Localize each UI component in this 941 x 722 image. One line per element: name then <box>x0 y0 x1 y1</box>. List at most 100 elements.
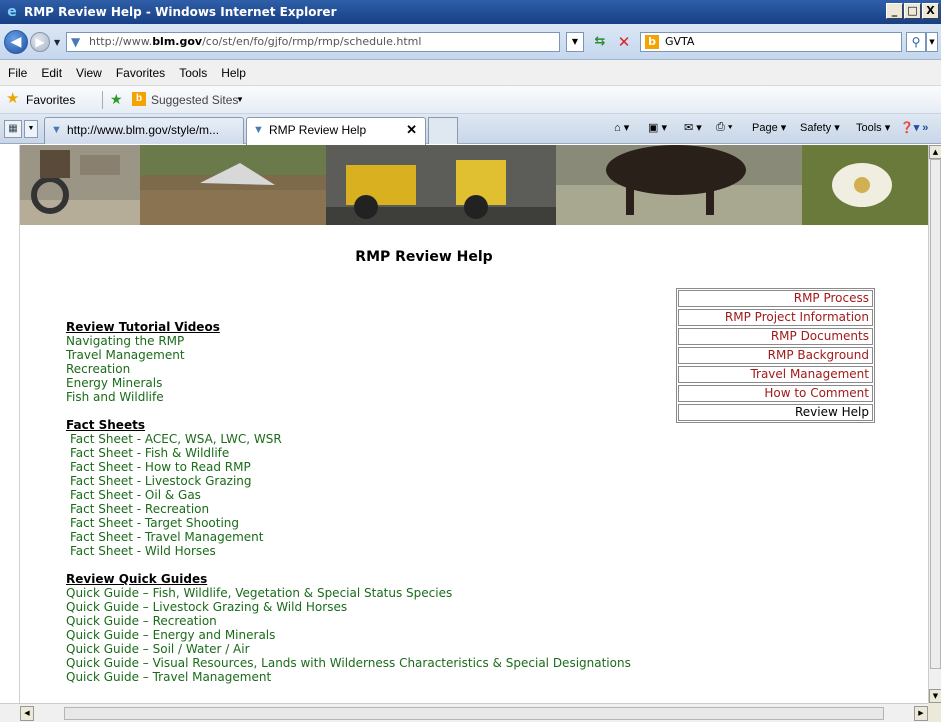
shield-icon: ▼ <box>51 124 62 136</box>
statusbar-left <box>0 703 20 722</box>
quick-guides-section: Review Quick Guides Quick Guide – Fish, … <box>66 572 631 684</box>
new-tab-button[interactable] <box>428 117 458 144</box>
banner-photo-motorcycle <box>20 145 140 225</box>
quick-tabs-icon[interactable]: ▦ <box>4 120 22 138</box>
stop-button[interactable]: ✕ <box>614 32 634 52</box>
scroll-down-icon[interactable]: ▼ <box>929 689 941 703</box>
nav-rmp-documents[interactable]: RMP Documents <box>678 328 873 345</box>
list-item[interactable]: Fact Sheet - Travel Management <box>66 530 282 544</box>
menu-bar: File Edit View Favorites Tools Help <box>0 60 941 86</box>
suggested-sites-link[interactable]: Suggested Sites <box>151 93 238 107</box>
close-tab-icon[interactable]: ✕ <box>406 122 417 138</box>
close-window-button[interactable]: X <box>922 3 939 19</box>
mail-icon[interactable]: ✉ ▾ <box>684 121 702 134</box>
list-item[interactable]: Fact Sheet - Wild Horses <box>66 544 282 558</box>
home-icon[interactable]: ⌂ ▾ <box>614 121 629 134</box>
safety-menu[interactable]: Safety ▾ <box>800 121 840 134</box>
list-item[interactable]: Energy Minerals <box>66 376 220 390</box>
list-item[interactable]: Quick Guide – Recreation <box>66 614 631 628</box>
menu-tools[interactable]: Tools <box>179 66 207 80</box>
list-item[interactable]: Fact Sheet - Fish & Wildlife <box>66 446 282 460</box>
address-dropdown-button[interactable]: ▼ <box>566 32 584 52</box>
favorites-bar: ★ Favorites ★ b Suggested Sites ▼ <box>0 86 941 114</box>
list-item[interactable]: Fact Sheet - Target Shooting <box>66 516 282 530</box>
left-gutter <box>0 145 20 703</box>
chevron-down-icon[interactable]: ▼ <box>236 95 244 104</box>
add-favorite-icon[interactable]: ★ <box>110 91 123 108</box>
list-item[interactable]: Fact Sheet - Recreation <box>66 502 282 516</box>
list-item[interactable]: Quick Guide – Energy and Minerals <box>66 628 631 642</box>
scroll-right-icon[interactable]: ▶ <box>914 706 928 721</box>
page-title: RMP Review Help <box>355 249 493 265</box>
list-item[interactable]: Fact Sheet - Oil & Gas <box>66 488 282 502</box>
list-item[interactable]: Travel Management <box>66 348 220 362</box>
page-menu-label: Page <box>752 122 778 134</box>
nav-review-help[interactable]: Review Help <box>678 404 873 421</box>
nav-rmp-background[interactable]: RMP Background <box>678 347 873 364</box>
banner-photo-flower <box>802 145 928 225</box>
vertical-scrollbar[interactable]: ▲ ▼ <box>928 145 941 703</box>
window-titlebar: e RMP Review Help - Windows Internet Exp… <box>0 0 941 24</box>
section-title: Review Quick Guides <box>66 572 208 586</box>
window-controls: _ □ X <box>886 3 939 19</box>
print-icon[interactable]: ⎙ ▾ <box>716 121 732 134</box>
favorites-star-icon[interactable]: ★ <box>6 91 19 107</box>
bing-icon: b <box>645 35 659 49</box>
tab-list-dropdown[interactable]: ▼ <box>24 120 38 138</box>
refresh-button[interactable]: ⇆ <box>590 32 610 52</box>
nav-rmp-process[interactable]: RMP Process <box>678 290 873 307</box>
forward-button[interactable]: ▶ <box>30 32 50 52</box>
list-item[interactable]: Fish and Wildlife <box>66 390 220 404</box>
shield-icon: ▼ <box>253 124 264 136</box>
address-prefix: http://www. <box>89 35 153 48</box>
tools-menu-label: Tools <box>856 122 882 134</box>
scroll-left-icon[interactable]: ◀ <box>20 706 34 721</box>
list-item[interactable]: Quick Guide – Travel Management <box>66 670 631 684</box>
list-item[interactable]: Quick Guide – Fish, Wildlife, Vegetation… <box>66 586 631 600</box>
list-item[interactable]: Fact Sheet - ACEC, WSA, LWC, WSR <box>66 432 282 446</box>
fact-sheets-section: Fact Sheets Fact Sheet - ACEC, WSA, LWC,… <box>66 418 282 558</box>
list-item[interactable]: Recreation <box>66 362 220 376</box>
header-banner <box>20 145 928 225</box>
help-icon[interactable]: ❓▾ » <box>900 121 928 134</box>
menu-file[interactable]: File <box>8 66 27 80</box>
divider <box>102 91 103 109</box>
list-item[interactable]: Quick Guide – Visual Resources, Lands wi… <box>66 656 631 670</box>
page-menu[interactable]: Page ▾ <box>752 121 786 134</box>
nav-travel-management[interactable]: Travel Management <box>678 366 873 383</box>
list-item[interactable]: Fact Sheet - How to Read RMP <box>66 460 282 474</box>
menu-view[interactable]: View <box>76 66 102 80</box>
maximize-button[interactable]: □ <box>904 3 921 19</box>
shield-icon: ▼ <box>71 35 81 49</box>
tab-rmp-review-help[interactable]: ▼ RMP Review Help ✕ <box>246 117 426 145</box>
list-item[interactable]: Navigating the RMP <box>66 334 220 348</box>
address-field[interactable]: ▼ http://www.blm.gov/co/st/en/fo/gjfo/rm… <box>66 32 560 52</box>
scroll-thumb[interactable] <box>64 707 884 720</box>
list-item[interactable]: Fact Sheet - Livestock Grazing <box>66 474 282 488</box>
tab-style[interactable]: ▼ http://www.blm.gov/style/m... <box>44 117 244 144</box>
list-item[interactable]: Quick Guide – Soil / Water / Air <box>66 642 631 656</box>
menu-help[interactable]: Help <box>221 66 246 80</box>
scroll-up-icon[interactable]: ▲ <box>929 145 941 159</box>
nav-rmp-project-information[interactable]: RMP Project Information <box>678 309 873 326</box>
nav-how-to-comment[interactable]: How to Comment <box>678 385 873 402</box>
menu-favorites[interactable]: Favorites <box>116 66 165 80</box>
scroll-corner <box>928 703 941 722</box>
horizontal-scrollbar[interactable]: ◀ ▶ <box>20 703 928 722</box>
history-dropdown-icon[interactable]: ▼ <box>54 38 60 47</box>
banner-photo-camp <box>140 145 326 225</box>
tools-menu[interactable]: Tools ▾ <box>856 121 890 134</box>
section-title: Fact Sheets <box>66 418 145 432</box>
minimize-button[interactable]: _ <box>886 3 903 19</box>
scroll-thumb[interactable] <box>930 159 941 669</box>
search-options-dropdown[interactable]: ▼ <box>926 32 938 52</box>
favorites-button[interactable]: Favorites <box>26 93 75 107</box>
back-button[interactable]: ◀ <box>4 30 28 54</box>
search-input[interactable]: b GVTA <box>640 32 902 52</box>
list-item[interactable]: Quick Guide – Livestock Grazing & Wild H… <box>66 600 631 614</box>
side-navigation: RMP Process RMP Project Information RMP … <box>676 288 875 423</box>
feeds-icon[interactable]: ▣ ▾ <box>648 121 667 134</box>
menu-edit[interactable]: Edit <box>41 66 62 80</box>
search-icon[interactable]: ⚲ <box>906 32 926 52</box>
tab-label: http://www.blm.gov/style/m... <box>67 123 220 137</box>
